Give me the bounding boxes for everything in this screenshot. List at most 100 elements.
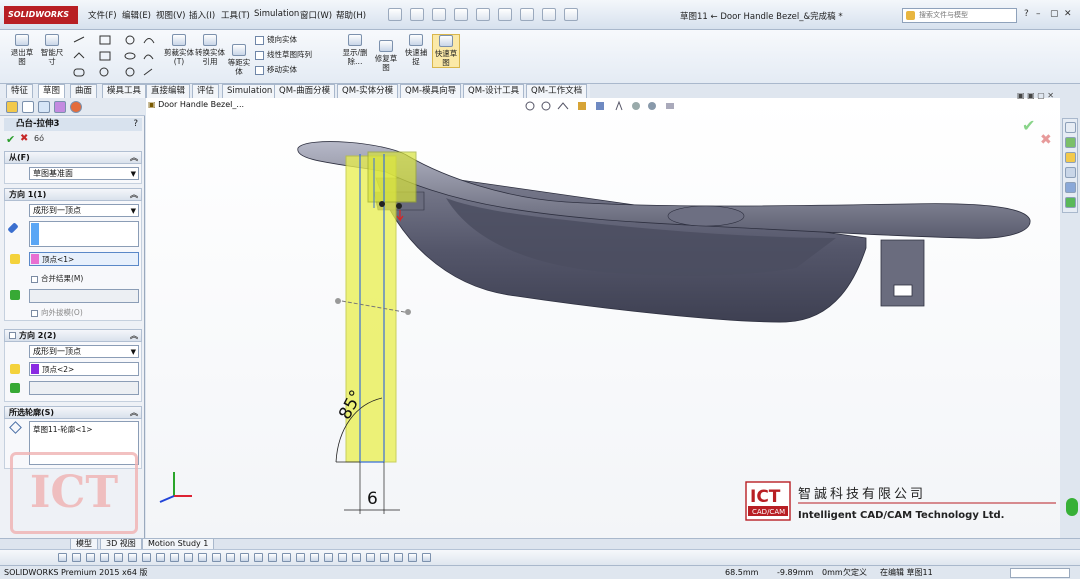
tab-evaluate[interactable]: 评估	[192, 84, 220, 98]
search-input[interactable]: 搜索文件与模型	[902, 8, 1017, 23]
direction2-end-condition-select[interactable]: 成形到一顶点 ▼	[29, 345, 139, 358]
display-manager-icon[interactable]	[70, 101, 82, 113]
help-icon[interactable]: ?	[133, 118, 138, 131]
quick-snaps-button[interactable]: 快速捕捉	[402, 34, 430, 66]
tab-qm-mold-wizard[interactable]: QM-模具向导	[400, 84, 462, 98]
minimize-button[interactable]: –	[1036, 9, 1041, 19]
appearances-icon[interactable]	[1065, 182, 1076, 193]
sketch-tool-icon[interactable]	[128, 553, 137, 562]
sketch-tool-icon[interactable]	[58, 553, 67, 562]
sketch-tool-icon[interactable]	[394, 553, 403, 562]
sketch-tool-icon[interactable]	[100, 553, 109, 562]
direction1-section-header[interactable]: 方向 1(1) ︽	[4, 188, 142, 201]
graphics-area[interactable]: ▣ Door Handle Bezel_... ▣ ▣ ▢ ✕ ✔ ✖ 85° …	[146, 91, 1060, 538]
design-library-icon[interactable]	[1065, 137, 1076, 148]
sketch-tool-icon[interactable]	[268, 553, 277, 562]
close-button[interactable]: ✕	[1064, 9, 1072, 19]
save-icon[interactable]	[432, 8, 446, 21]
menu-help[interactable]: 帮助(H)	[336, 9, 366, 21]
sketch-tool-icon[interactable]	[296, 553, 305, 562]
menu-insert[interactable]: 插入(I)	[189, 9, 215, 21]
offset-entities-button[interactable]: 等距实体	[226, 44, 252, 76]
merge-result-checkbox[interactable]: 合并结果(M)	[31, 273, 83, 284]
tab-mold-tools[interactable]: 模具工具	[102, 84, 147, 98]
status-units-box[interactable]	[1010, 568, 1070, 578]
direction2-vertex-field[interactable]: 顶点<2>	[29, 362, 139, 376]
tab-qm-surface-parting[interactable]: QM-曲面分模	[274, 84, 336, 98]
sketch-tool-icon[interactable]	[422, 553, 431, 562]
menu-tools[interactable]: 工具(T)	[221, 9, 250, 21]
sketch-tool-icon[interactable]	[198, 553, 207, 562]
print-icon[interactable]	[454, 8, 468, 21]
convert-entities-button[interactable]: 转换实体引用	[195, 34, 225, 66]
smart-dimension-button[interactable]: 智能尺寸	[38, 34, 66, 66]
direction-vector-field[interactable]	[29, 221, 139, 247]
sketch-tool-icon[interactable]	[226, 553, 235, 562]
sketch-tool-icon[interactable]	[240, 553, 249, 562]
tab-qm-work-docs[interactable]: QM-工作文档	[526, 84, 588, 98]
linear-pattern-item[interactable]: 线性草图阵列	[255, 49, 312, 60]
help-button[interactable]: ?	[1024, 9, 1029, 19]
rapid-sketch-button[interactable]: 快速草图	[432, 34, 460, 68]
direction1-end-condition-select[interactable]: 成形到一顶点 ▼	[29, 204, 139, 217]
sketch-tool-icon[interactable]	[324, 553, 333, 562]
sketch-tool-icon[interactable]	[282, 553, 291, 562]
open-icon[interactable]	[410, 8, 424, 21]
configuration-manager-icon[interactable]	[38, 101, 50, 113]
sketch-tool-icon[interactable]	[170, 553, 179, 562]
undo-icon[interactable]	[476, 8, 490, 21]
sketch-tool-icon[interactable]	[142, 553, 151, 562]
sketch-tool-icon[interactable]	[86, 553, 95, 562]
tab-sketch[interactable]: 草图	[38, 84, 66, 98]
trim-entities-button[interactable]: 剪裁实体(T)	[164, 34, 194, 66]
resources-icon[interactable]	[1065, 122, 1076, 133]
menu-edit[interactable]: 编辑(E)	[122, 9, 151, 21]
sketch-tool-icon[interactable]	[352, 553, 361, 562]
maximize-button[interactable]: ▢	[1050, 9, 1059, 19]
feature-tree-icon[interactable]	[6, 101, 18, 113]
cancel-button[interactable]: ✖	[20, 133, 28, 144]
sketch-tool-icon[interactable]	[114, 553, 123, 562]
sketch-tool-icon[interactable]	[184, 553, 193, 562]
direction2-section-header[interactable]: 方向 2(2) ︽	[4, 329, 142, 342]
menu-simulation[interactable]: Simulation	[254, 9, 299, 19]
reverse-direction-icon[interactable]	[7, 222, 19, 234]
sketch-tool-icon[interactable]	[366, 553, 375, 562]
file-properties-icon[interactable]	[542, 8, 556, 21]
menu-view[interactable]: 视图(V)	[156, 9, 185, 21]
menu-window[interactable]: 窗口(W)	[300, 9, 332, 21]
sketch-tool-icon[interactable]	[156, 553, 165, 562]
new-document-icon[interactable]	[388, 8, 402, 21]
tab-direct-edit[interactable]: 直接编辑	[146, 84, 191, 98]
tab-simulation[interactable]: Simulation	[222, 84, 278, 98]
from-select[interactable]: 草图基准面 ▼	[29, 167, 139, 180]
dimxpert-icon[interactable]	[54, 101, 66, 113]
sketch-tool-icon[interactable]	[310, 553, 319, 562]
mirror-entities-item[interactable]: 镜向实体	[255, 34, 297, 45]
direction2-checkbox[interactable]	[9, 332, 16, 339]
sketch-tool-icon[interactable]	[408, 553, 417, 562]
sketch-tool-icon[interactable]	[380, 553, 389, 562]
selected-contours-header[interactable]: 所选轮廓(S) ︽	[4, 406, 142, 419]
tab-qm-design-tools[interactable]: QM-设计工具	[463, 84, 525, 98]
display-delete-relations-button[interactable]: 显示/删除…	[340, 34, 370, 66]
sketch-tool-icon[interactable]	[72, 553, 81, 562]
repair-sketch-button[interactable]: 修复草图	[372, 40, 400, 72]
file-explorer-icon[interactable]	[1065, 152, 1076, 163]
property-manager-icon[interactable]	[22, 101, 34, 113]
move-entities-item[interactable]: 移动实体	[255, 64, 297, 75]
sketch-tools-icons[interactable]	[72, 34, 162, 80]
direction2-draft-field[interactable]	[29, 381, 139, 395]
sketch-tool-icon[interactable]	[212, 553, 221, 562]
rebuild-icon[interactable]	[520, 8, 534, 21]
tab-features[interactable]: 特征	[6, 84, 34, 98]
draft-angle-field[interactable]	[29, 289, 139, 303]
from-section-header[interactable]: 从(F) ︽	[4, 151, 142, 164]
ok-button[interactable]: ✔	[6, 133, 15, 146]
detailed-preview-button[interactable]: 6ó	[34, 134, 44, 143]
view-palette-icon[interactable]	[1065, 167, 1076, 178]
draft-outward-checkbox[interactable]: 向外拔模(O)	[31, 307, 83, 318]
tab-qm-solid-parting[interactable]: QM-实体分模	[337, 84, 399, 98]
menu-file[interactable]: 文件(F)	[88, 9, 117, 21]
direction1-vertex-field[interactable]: 顶点<1>	[29, 252, 139, 266]
